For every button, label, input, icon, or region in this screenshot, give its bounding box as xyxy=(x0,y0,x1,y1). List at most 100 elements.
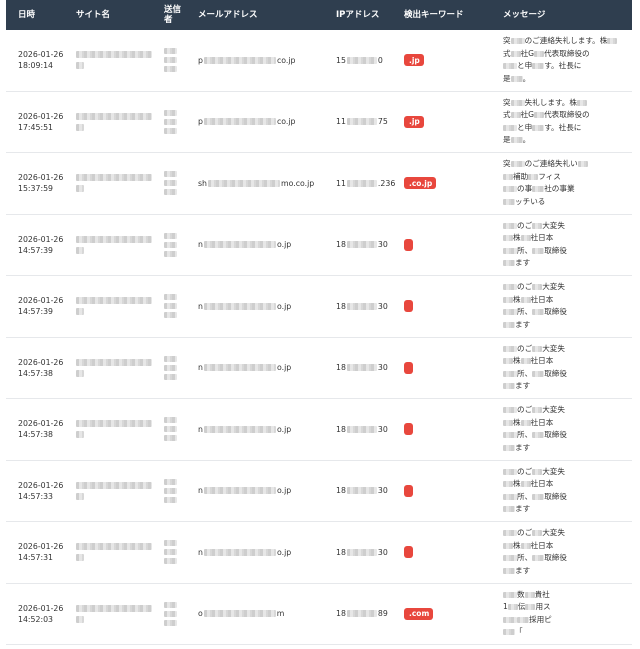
message-text: いる xyxy=(530,196,546,206)
time-text: 14:57:38 xyxy=(18,368,54,378)
message-text: のご xyxy=(517,220,533,230)
redacted-text xyxy=(164,478,177,485)
message-line: 所、 取締役 xyxy=(503,491,567,504)
table-row[interactable]: 2026-01-26 14:57:31 n o.jp 18 30 のご 大変失 … xyxy=(6,522,632,584)
cell-email: p co.jp xyxy=(198,30,336,91)
redacted-text xyxy=(503,296,513,303)
email-visible-start: n xyxy=(198,240,203,250)
ip-text: 18 30 xyxy=(336,486,388,495)
redacted-text xyxy=(528,173,539,180)
message-text: 数 xyxy=(517,589,525,599)
cell-message: 数貴社 1 伝用ス 採用ピ 「 xyxy=(503,584,632,645)
redacted-text xyxy=(164,232,177,239)
message-text: 式 xyxy=(503,48,511,58)
cell-ip: 11 75 xyxy=(336,92,404,153)
redacted-text xyxy=(164,496,177,503)
cell-sender xyxy=(164,30,198,91)
message-text: ッチ xyxy=(515,196,531,206)
message-text: 是 xyxy=(503,73,511,83)
redacted-text xyxy=(532,432,545,439)
cell-keyword xyxy=(404,276,503,337)
date-text: 2026-01-26 xyxy=(18,173,64,183)
table-row[interactable]: 2026-01-26 18:09:14 p co.jp 15 0 .jp 突 の… xyxy=(6,30,632,92)
date-text: 2026-01-26 xyxy=(18,419,64,429)
cell-site xyxy=(76,522,164,583)
message-line: 補助 フィス xyxy=(503,171,561,184)
redacted-text xyxy=(607,38,618,45)
table-row[interactable]: 2026-01-26 17:45:51 p co.jp 11 75 .jp 突 … xyxy=(6,92,632,153)
message-text: のご xyxy=(517,343,533,353)
redacted-text xyxy=(503,530,517,537)
redacted-text xyxy=(164,250,177,257)
message-text: ます xyxy=(515,565,531,575)
redacted-text xyxy=(164,312,177,319)
table-row[interactable]: 2026-01-26 14:57:39 n o.jp 18 30 のご 大変失 … xyxy=(6,215,632,276)
email-visible-start: n xyxy=(198,424,203,434)
table-row[interactable]: 2026-01-26 14:57:33 n o.jp 18 30 のご 大変失 … xyxy=(6,461,632,522)
redacted-text xyxy=(534,112,545,119)
message-text: のご xyxy=(517,405,533,415)
redacted-text xyxy=(164,373,177,380)
message-text: の事 xyxy=(517,184,533,194)
cell-ip: 18 30 xyxy=(336,276,404,337)
redacted-text xyxy=(76,358,152,366)
ip-visible-end: 30 xyxy=(377,547,388,557)
cell-site xyxy=(76,461,164,522)
redacted-text xyxy=(520,235,531,242)
redacted-text xyxy=(503,419,513,426)
message-text: 突 xyxy=(503,159,511,169)
redacted-text xyxy=(532,222,543,229)
redacted-text xyxy=(503,407,517,414)
redacted-text xyxy=(510,161,525,168)
message-line: のご 大変失 xyxy=(503,466,565,479)
redacted-text xyxy=(503,345,517,352)
ip-visible-end: 0 xyxy=(377,55,383,65)
message-text: ます xyxy=(515,319,531,329)
keyword-visible-end: .co.jp xyxy=(409,178,433,188)
time-text: 14:57:39 xyxy=(18,245,54,255)
redacted-text xyxy=(510,38,525,45)
redacted-text xyxy=(164,48,177,55)
email-text: n o.jp xyxy=(198,302,291,311)
cell-email: sh mo.co.jp xyxy=(198,153,336,214)
date-text: 2026-01-26 xyxy=(18,480,64,490)
email-text: n o.jp xyxy=(198,425,291,434)
redacted-text xyxy=(532,370,545,377)
sender-redacted xyxy=(164,171,177,196)
cell-site xyxy=(76,399,164,460)
cell-ip: 18 30 xyxy=(336,338,404,399)
cell-message: のご 大変失 株社日本 所、 取締役 ます xyxy=(503,461,632,522)
email-text: p co.jp xyxy=(198,117,295,126)
redacted-text xyxy=(346,302,377,310)
redacted-text xyxy=(520,358,531,365)
message-text: 大変失 xyxy=(542,528,565,538)
time-text: 14:57:39 xyxy=(18,307,54,317)
message-line: のご 大変失 xyxy=(503,343,565,356)
cell-date: 2026-01-26 14:57:38 xyxy=(6,338,76,399)
message-text: フィス xyxy=(538,171,561,181)
redacted-text xyxy=(164,241,177,248)
cell-date: 2026-01-26 14:57:38 xyxy=(6,399,76,460)
table-row[interactable]: 2026-01-26 15:37:59 sh mo.co.jp 11 .236 … xyxy=(6,153,632,215)
cell-site xyxy=(76,92,164,153)
redacted-text xyxy=(532,63,545,70)
email-text: sh mo.co.jp xyxy=(198,179,314,188)
redacted-text xyxy=(346,118,377,126)
message-text: と申 xyxy=(517,122,533,132)
sender-redacted xyxy=(164,294,177,319)
redacted-text xyxy=(532,309,545,316)
header-sender-label: 送信者 xyxy=(164,5,182,25)
table-row[interactable]: 2026-01-26 14:57:39 n o.jp 18 30 のご 大変失 … xyxy=(6,276,632,338)
message-text: ます xyxy=(515,442,531,452)
message-text: 失礼します。株 xyxy=(524,97,577,107)
email-visible-end: o.jp xyxy=(276,424,292,434)
table-row[interactable]: 2026-01-26 14:57:38 n o.jp 18 30 のご 大変失 … xyxy=(6,338,632,399)
table-row[interactable]: 2026-01-26 14:57:38 n o.jp 18 30 のご 大変失 … xyxy=(6,399,632,461)
email-visible-start: n xyxy=(198,547,203,557)
redacted-text xyxy=(76,174,152,182)
message-line: と申 す。社長に xyxy=(503,60,581,73)
table-body: 2026-01-26 18:09:14 p co.jp 15 0 .jp 突 の… xyxy=(6,30,632,645)
table-row[interactable]: 2026-01-26 14:52:03 o m 18 89 .com 数 貴社 … xyxy=(6,584,632,645)
cell-ip: 11 .236 xyxy=(336,153,404,214)
redacted-text xyxy=(203,241,276,249)
